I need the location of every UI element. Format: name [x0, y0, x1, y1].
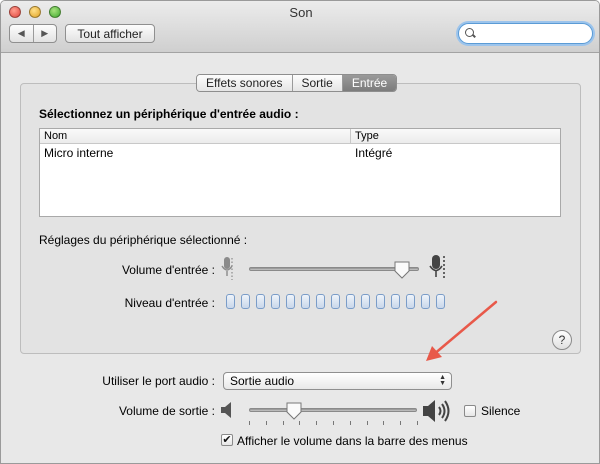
level-segment	[421, 294, 430, 309]
input-device-title: Sélectionnez un périphérique d'entrée au…	[39, 107, 299, 121]
level-segment	[316, 294, 325, 309]
level-segment	[406, 294, 415, 309]
level-segment	[256, 294, 265, 309]
column-header-type[interactable]: Type	[351, 129, 379, 143]
show-volume-in-menubar-label: Afficher le volume dans la barre des men…	[237, 434, 468, 448]
slider-knob[interactable]	[286, 402, 302, 420]
level-segment	[241, 294, 250, 309]
tab-output[interactable]: Sortie	[292, 75, 343, 91]
level-segment	[226, 294, 235, 309]
chevron-left-icon[interactable]: ◀	[10, 25, 33, 42]
search-input[interactable]	[480, 26, 590, 41]
audio-port-select[interactable]: Sortie audio ▲ ▼	[223, 372, 452, 390]
level-segment	[301, 294, 310, 309]
input-volume-slider[interactable]	[249, 261, 419, 279]
window-title: Son	[289, 5, 313, 20]
show-all-button[interactable]: Tout afficher	[65, 24, 155, 43]
input-settings-panel	[20, 83, 581, 354]
search-field[interactable]	[458, 23, 593, 44]
slider-tick	[282, 421, 284, 425]
level-segment	[361, 294, 370, 309]
device-type: Intégré	[355, 146, 393, 160]
show-volume-in-menubar-checkbox[interactable]: ✔	[221, 434, 233, 446]
slider-tick	[299, 421, 301, 425]
slider-tick	[366, 421, 368, 425]
microphone-low-icon	[221, 257, 233, 280]
mute-label: Silence	[481, 404, 521, 418]
slider-tick	[316, 421, 318, 425]
speaker-high-icon	[423, 400, 450, 422]
output-volume-label: Volume de sortie :	[118, 404, 215, 418]
slider-tick	[249, 421, 250, 425]
chevron-right-icon[interactable]: ▶	[33, 25, 56, 42]
slider-tick	[383, 421, 385, 425]
level-segment	[391, 294, 400, 309]
microphone-high-icon	[429, 255, 445, 280]
device-name: Micro interne	[44, 146, 114, 160]
tab-bar: Effets sonores Sortie Entrée	[196, 74, 398, 92]
input-level-meter	[226, 294, 445, 309]
slider-tick	[417, 421, 418, 425]
slider-tick	[265, 421, 267, 425]
level-segment	[271, 294, 280, 309]
sound-preferences-window: Son ◀ ▶ Tout afficher Effets sonores Sor…	[0, 0, 600, 464]
slider-tick	[333, 421, 334, 425]
table-row[interactable]: Micro interne Intégré	[40, 144, 560, 162]
input-level-label: Niveau d'entrée :	[124, 296, 215, 310]
slider-tick	[349, 421, 351, 425]
slider-knob[interactable]	[394, 261, 410, 279]
input-volume-label: Volume d'entrée :	[121, 263, 215, 277]
device-settings-title: Réglages du périphérique sélectionné :	[39, 233, 248, 247]
tab-sound-effects[interactable]: Effets sonores	[197, 75, 293, 91]
level-segment	[346, 294, 355, 309]
updown-chevron-icon: ▲ ▼	[439, 374, 446, 387]
slider-track	[249, 408, 417, 412]
nav-back-forward: ◀ ▶	[9, 24, 57, 43]
tab-input[interactable]: Entrée	[342, 75, 397, 91]
audio-port-value: Sortie audio	[230, 374, 295, 388]
toolbar: Son ◀ ▶ Tout afficher	[1, 1, 599, 53]
mute-checkbox[interactable]	[464, 405, 476, 417]
input-device-table: Nom Type Micro interne Intégré	[39, 128, 561, 217]
level-segment	[331, 294, 340, 309]
help-button[interactable]: ?	[552, 330, 572, 350]
level-segment	[286, 294, 295, 309]
audio-port-label: Utiliser le port audio :	[102, 374, 215, 388]
search-icon	[465, 28, 476, 39]
slider-ticks	[249, 421, 418, 425]
slider-tick	[400, 421, 402, 425]
checkmark-icon: ✔	[222, 433, 232, 446]
speaker-low-icon	[221, 402, 231, 418]
level-segment	[376, 294, 385, 309]
level-segment	[436, 294, 445, 309]
table-header: Nom Type	[40, 129, 560, 144]
output-volume-slider[interactable]	[249, 402, 418, 425]
column-header-name[interactable]: Nom	[40, 129, 351, 143]
